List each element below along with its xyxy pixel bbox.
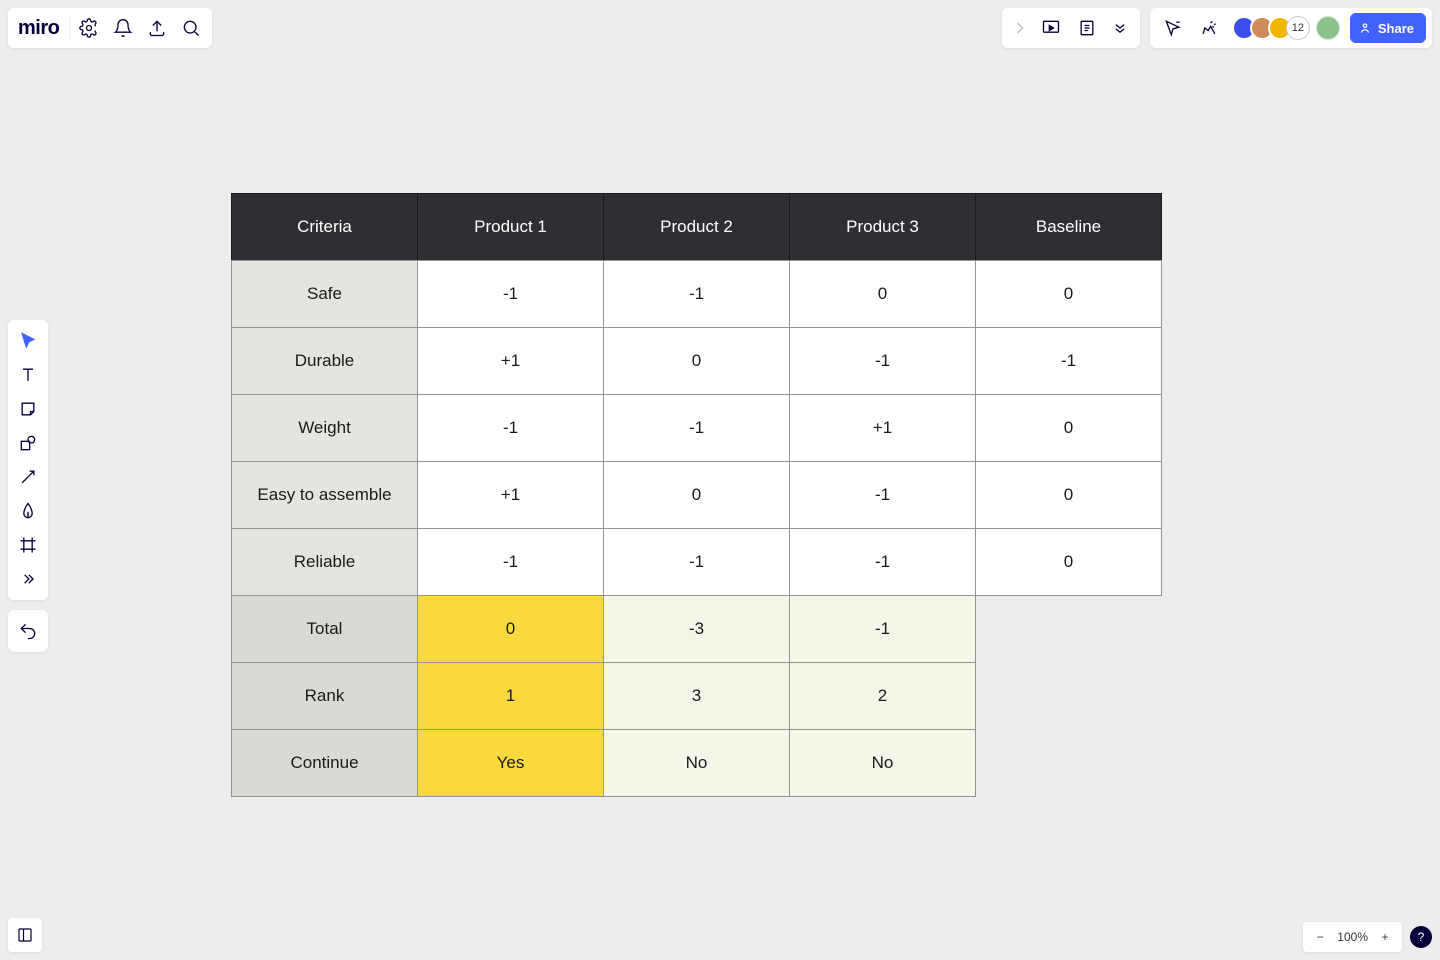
topbar-view-controls	[1002, 8, 1140, 48]
bottom-right-controls: − 100% + ?	[1303, 922, 1432, 952]
criteria-cell[interactable]: Weight	[231, 394, 418, 462]
side-undo-bar	[8, 610, 48, 652]
select-tool-icon[interactable]	[11, 324, 45, 358]
zoom-in-button[interactable]: +	[1372, 924, 1398, 950]
table-cell[interactable]: -1	[417, 394, 604, 462]
shape-tool-icon[interactable]	[11, 426, 45, 460]
summary-cell[interactable]: 0	[417, 595, 604, 663]
help-button[interactable]: ?	[1410, 926, 1432, 948]
table-cell[interactable]: +1	[417, 461, 604, 529]
table-row: Reliable-1-1-10	[232, 529, 1162, 596]
table-cell[interactable]: 0	[975, 394, 1162, 462]
pen-tool-icon[interactable]	[11, 494, 45, 528]
reactions-icon[interactable]	[1192, 11, 1226, 45]
avatar-overflow-count[interactable]: 12	[1286, 16, 1310, 40]
connector-tool-icon[interactable]	[11, 460, 45, 494]
more-tools-icon[interactable]	[11, 562, 45, 596]
table-cell[interactable]: 0	[603, 327, 790, 395]
summary-cell[interactable]: -3	[603, 595, 790, 663]
topbar-left: miro	[8, 8, 212, 48]
table-row: Safe-1-100	[232, 261, 1162, 328]
table-cell[interactable]: 0	[975, 260, 1162, 328]
table-row: Rank132	[232, 663, 1162, 730]
criteria-cell[interactable]: Reliable	[231, 528, 418, 596]
comments-icon[interactable]	[1070, 11, 1104, 45]
table-cell[interactable]: -1	[789, 528, 976, 596]
avatar[interactable]	[1316, 16, 1340, 40]
pugh-matrix-table[interactable]: CriteriaProduct 1Product 2Product 3Basel…	[232, 194, 1162, 797]
table-cell[interactable]: +1	[417, 327, 604, 395]
share-user-icon	[1358, 21, 1372, 35]
table-cell[interactable]: 0	[789, 260, 976, 328]
table-header-cell[interactable]: Product 1	[417, 193, 604, 261]
table-row: Easy to assemble+10-10	[232, 462, 1162, 529]
miro-logo[interactable]: miro	[12, 17, 67, 40]
summary-cell[interactable]: 3	[603, 662, 790, 730]
share-label: Share	[1378, 21, 1414, 36]
table-row: ContinueYesNoNo	[232, 730, 1162, 797]
summary-cell[interactable]: No	[789, 729, 976, 797]
summary-cell[interactable]: -1	[789, 595, 976, 663]
table-header-cell[interactable]: Product 3	[789, 193, 976, 261]
summary-cell[interactable]: Yes	[417, 729, 604, 797]
search-icon[interactable]	[174, 11, 208, 45]
summary-cell[interactable]: 2	[789, 662, 976, 730]
summary-cell[interactable]: 1	[417, 662, 604, 730]
zoom-level[interactable]: 100%	[1333, 930, 1372, 944]
table-cell[interactable]: -1	[603, 528, 790, 596]
criteria-cell[interactable]: Easy to assemble	[231, 461, 418, 529]
zoom-out-button[interactable]: −	[1307, 924, 1333, 950]
table-cell[interactable]: -1	[789, 327, 976, 395]
summary-label-cell[interactable]: Rank	[231, 662, 418, 730]
table-cell[interactable]: 0	[603, 461, 790, 529]
text-tool-icon[interactable]	[11, 358, 45, 392]
undo-icon[interactable]	[11, 614, 45, 648]
notifications-icon[interactable]	[106, 11, 140, 45]
table-header-cell[interactable]: Product 2	[603, 193, 790, 261]
collaborator-avatars[interactable]: 12	[1232, 16, 1340, 40]
cursor-activity-icon[interactable]	[1156, 11, 1190, 45]
table-cell[interactable]: +1	[789, 394, 976, 462]
frame-tool-icon[interactable]	[11, 528, 45, 562]
table-row: Total0-3-1	[232, 596, 1162, 663]
table-header-cell[interactable]: Criteria	[231, 193, 418, 261]
summary-label-cell[interactable]: Total	[231, 595, 418, 663]
export-icon[interactable]	[140, 11, 174, 45]
criteria-cell[interactable]: Safe	[231, 260, 418, 328]
table-row: CriteriaProduct 1Product 2Product 3Basel…	[232, 194, 1162, 261]
criteria-cell[interactable]: Durable	[231, 327, 418, 395]
side-toolbar	[8, 320, 48, 600]
chevron-double-down-icon[interactable]	[1106, 11, 1134, 45]
table-row: Weight-1-1+10	[232, 395, 1162, 462]
table-row: Durable+10-1-1	[232, 328, 1162, 395]
frames-panel-icon[interactable]	[8, 918, 42, 952]
share-button[interactable]: Share	[1350, 13, 1426, 43]
settings-icon[interactable]	[72, 11, 106, 45]
sticky-note-tool-icon[interactable]	[11, 392, 45, 426]
table-cell[interactable]: 0	[975, 528, 1162, 596]
topbar-collab: 12 Share	[1150, 8, 1432, 48]
summary-cell[interactable]: No	[603, 729, 790, 797]
present-icon[interactable]	[1034, 11, 1068, 45]
table-cell[interactable]: 0	[975, 461, 1162, 529]
table-header-cell[interactable]: Baseline	[975, 193, 1162, 261]
table-cell[interactable]: -1	[603, 260, 790, 328]
summary-label-cell[interactable]: Continue	[231, 729, 418, 797]
table-cell[interactable]: -1	[417, 528, 604, 596]
table-cell[interactable]: -1	[603, 394, 790, 462]
zoom-control: − 100% +	[1303, 922, 1402, 952]
chevron-right-icon[interactable]	[1008, 11, 1032, 45]
table-cell[interactable]: -1	[789, 461, 976, 529]
table-cell[interactable]: -1	[417, 260, 604, 328]
table-cell[interactable]: -1	[975, 327, 1162, 395]
separator	[69, 16, 70, 40]
